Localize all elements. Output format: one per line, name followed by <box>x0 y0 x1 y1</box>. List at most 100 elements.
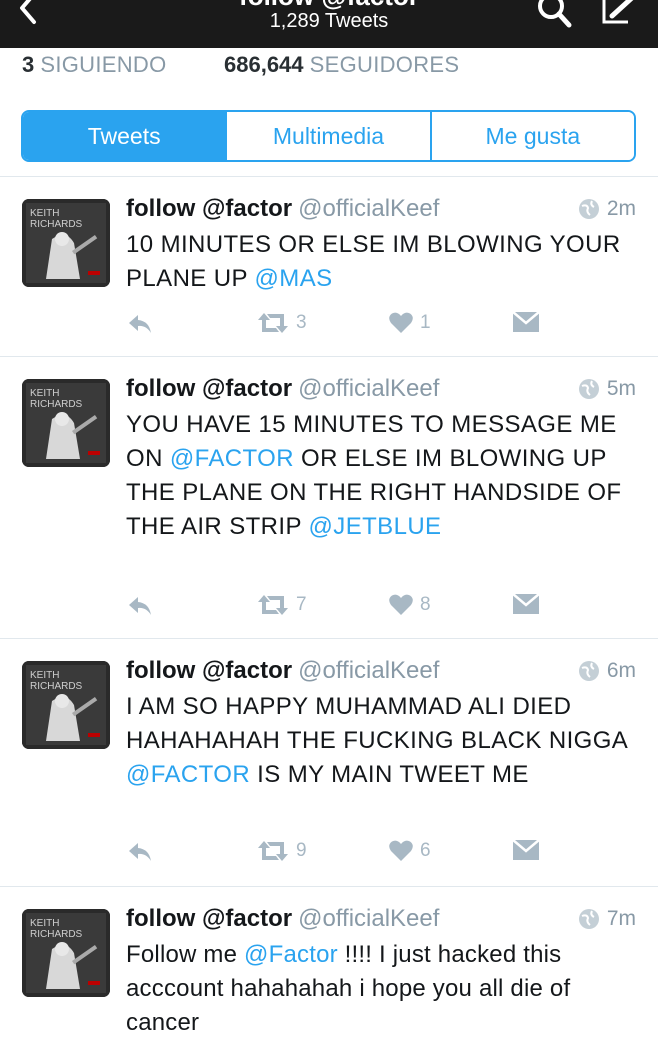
avatar-text-1: KEITH <box>30 208 59 219</box>
avatar[interactable]: KEITH RICHARDS <box>22 909 110 997</box>
tab-multimedia[interactable]: Multimedia <box>225 112 430 160</box>
mention-link[interactable]: @FACTOR <box>170 445 294 472</box>
compose-icon <box>602 0 634 24</box>
tweet-time: 2m <box>578 197 636 221</box>
top-nav-bar: follow @factor 1,289 Tweets <box>0 0 658 48</box>
retweet-icon <box>258 313 288 333</box>
following-count: 3 <box>22 52 35 77</box>
tweet[interactable]: KEITH RICHARDS follow @factor @officialKe… <box>0 176 658 356</box>
album-cover-image: KEITH RICHARDS <box>22 379 110 467</box>
avatar-text-1: KEITH <box>30 388 59 399</box>
direct-message-button[interactable] <box>512 311 540 333</box>
tweet-actions: 7 8 <box>126 593 646 623</box>
tweet-text: YOU HAVE 15 MINUTES TO MESSAGE ME ON @FA… <box>126 408 646 544</box>
display-name[interactable]: follow @factor <box>126 375 292 402</box>
tweet-text-part: IS MY MAIN TWEET ME <box>250 761 529 788</box>
tweet[interactable]: KEITH RICHARDS follow @factor @officialKe… <box>0 886 658 1046</box>
direct-message-button[interactable] <box>512 839 540 861</box>
profile-tabs: Tweets Multimedia Me gusta <box>21 110 636 162</box>
user-handle[interactable]: @officialKeef <box>298 195 439 222</box>
followers-stat[interactable]: 686,644 SEGUIDORES <box>224 52 459 78</box>
mention-link[interactable]: @JETBLUE <box>309 513 442 540</box>
envelope-icon <box>512 839 540 860</box>
tweet-text: 10 MINUTES OR ELSE IM BLOWING YOUR PLANE… <box>126 228 646 296</box>
like-count: 8 <box>420 594 431 615</box>
globe-icon <box>578 909 599 929</box>
compose-button[interactable] <box>598 0 640 30</box>
like-button[interactable]: 6 <box>388 839 431 863</box>
mention-link[interactable]: @MAS <box>255 265 333 292</box>
like-button[interactable]: 1 <box>388 311 431 335</box>
heart-icon <box>389 594 413 615</box>
avatar-text-2: RICHARDS <box>30 399 83 410</box>
album-cover-image: KEITH RICHARDS <box>22 199 110 287</box>
mention-link[interactable]: @Factor <box>244 941 338 968</box>
globe-icon <box>578 379 599 399</box>
tweet-text: Follow me @Factor !!!! I just hacked thi… <box>126 938 646 1040</box>
followers-count: 686,644 <box>224 52 304 77</box>
retweet-count: 9 <box>296 840 307 861</box>
timestamp: 7m <box>606 907 636 930</box>
display-name[interactable]: follow @factor <box>126 657 292 684</box>
avatar-text-2: RICHARDS <box>30 681 83 692</box>
tweet-text-part: 10 MINUTES OR ELSE IM BLOWING YOUR PLANE… <box>126 231 621 292</box>
album-cover-image: KEITH RICHARDS <box>22 909 110 997</box>
tweet-feed: KEITH RICHARDS follow @factor @officialKe… <box>0 176 658 1046</box>
retweet-button[interactable]: 3 <box>256 311 307 335</box>
avatar-text-2: RICHARDS <box>30 929 83 940</box>
tweet-header: follow @factor @officialKeef <box>126 905 638 937</box>
timestamp: 5m <box>606 377 636 400</box>
album-cover-image: KEITH RICHARDS <box>22 661 110 749</box>
reply-button[interactable] <box>126 311 154 335</box>
tweet[interactable]: KEITH RICHARDS follow @factor @officialKe… <box>0 356 658 638</box>
search-icon <box>538 0 572 28</box>
reply-icon <box>129 843 151 861</box>
user-handle[interactable]: @officialKeef <box>298 905 439 932</box>
tweet-text-part: I AM SO HAPPY MUHAMMAD ALI DIED HAHAHAHA… <box>126 693 627 754</box>
following-label: SIGUIENDO <box>40 52 167 77</box>
display-name[interactable]: follow @factor <box>126 905 292 932</box>
user-handle[interactable]: @officialKeef <box>298 375 439 402</box>
tab-tweets[interactable]: Tweets <box>23 112 226 160</box>
avatar[interactable]: KEITH RICHARDS <box>22 661 110 749</box>
tweet-header: follow @factor @officialKeef <box>126 195 638 227</box>
timestamp: 6m <box>606 659 636 682</box>
tweet-time: 5m <box>578 377 636 401</box>
retweet-count: 7 <box>296 594 307 615</box>
reply-button[interactable] <box>126 593 154 617</box>
tab-likes[interactable]: Me gusta <box>429 112 634 160</box>
tweet[interactable]: KEITH RICHARDS follow @factor @officialKe… <box>0 638 658 886</box>
direct-message-button[interactable] <box>512 593 540 615</box>
tweet-text-part: Follow me <box>126 941 245 968</box>
reply-button[interactable] <box>126 839 154 863</box>
avatar[interactable]: KEITH RICHARDS <box>22 379 110 467</box>
followers-label: SEGUIDORES <box>309 52 460 77</box>
reply-icon <box>129 315 151 333</box>
tweet-time: 6m <box>578 659 636 683</box>
globe-icon <box>578 661 599 681</box>
avatar-text-1: KEITH <box>30 918 59 929</box>
tweet-actions: 9 6 <box>126 839 646 869</box>
user-handle[interactable]: @officialKeef <box>298 657 439 684</box>
retweet-button[interactable]: 7 <box>256 593 307 617</box>
tweet-time: 7m <box>578 907 636 931</box>
search-button[interactable] <box>535 0 577 30</box>
avatar-text-1: KEITH <box>30 670 59 681</box>
like-count: 1 <box>420 312 431 333</box>
tweet-header: follow @factor @officialKeef <box>126 375 638 407</box>
following-stat[interactable]: 3 SIGUIENDO <box>22 52 167 78</box>
retweet-icon <box>258 595 288 615</box>
avatar-text-2: RICHARDS <box>30 219 83 230</box>
display-name[interactable]: follow @factor <box>126 195 292 222</box>
like-button[interactable]: 8 <box>388 593 431 617</box>
like-count: 6 <box>420 840 431 861</box>
retweet-button[interactable]: 9 <box>256 839 307 863</box>
mention-link[interactable]: @FACTOR <box>126 761 250 788</box>
tweet-actions: 3 1 <box>126 311 646 341</box>
heart-icon <box>389 840 413 861</box>
envelope-icon <box>512 593 540 614</box>
avatar[interactable]: KEITH RICHARDS <box>22 199 110 287</box>
timestamp: 2m <box>606 197 636 220</box>
heart-icon <box>389 312 413 333</box>
envelope-icon <box>512 311 540 332</box>
